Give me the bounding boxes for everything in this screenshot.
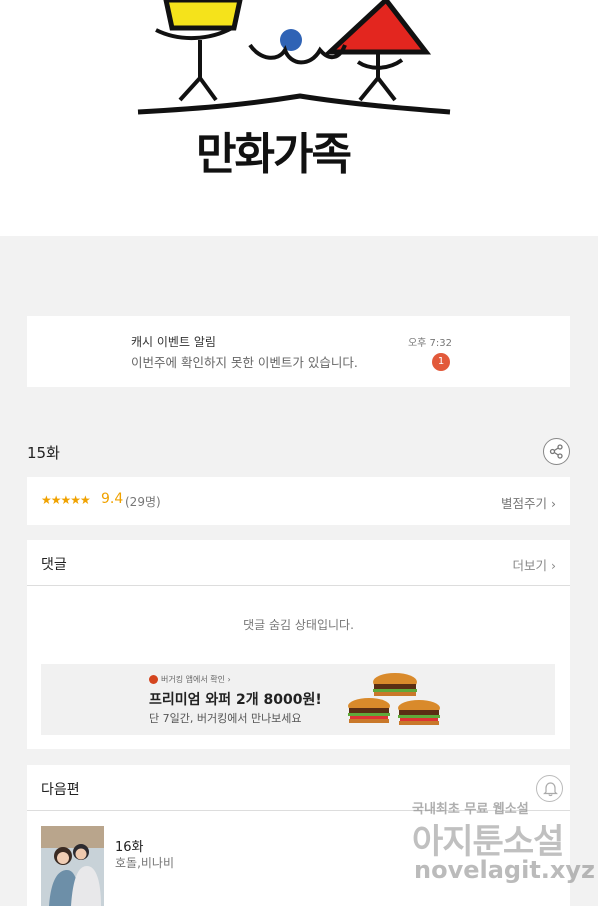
manhwa-family-logo-illustration (137, 0, 451, 115)
burger-king-logo-icon (149, 675, 158, 684)
rating-card: ★★★★★ 9.4 (29명) 별점주기 › (27, 477, 570, 525)
header-banner: 만화가족 (0, 0, 598, 236)
bell-icon (543, 782, 558, 797)
burger-king-ad-banner[interactable]: 버거킹 앱에서 확인 › 프리미엄 와퍼 2개 8000원! 단 7일간, 버거… (41, 664, 555, 735)
next-episode-number[interactable]: 16화 (115, 836, 144, 855)
notification-time: 오후 7:32 (407, 338, 452, 349)
notification-title: 캐시 이벤트 알림 (131, 335, 216, 349)
ad-subtitle: 단 7일간, 버거킹에서 만나보세요 (149, 712, 302, 725)
watermark-url: novelagit.xyz (414, 856, 596, 884)
logo-text: 만화가족 (196, 129, 352, 180)
cash-event-notification[interactable]: 캐시 이벤트 알림 이번주에 확인하지 못한 이벤트가 있습니다. 오후 7:3… (27, 316, 570, 387)
comments-more-link[interactable]: 더보기 › (513, 555, 556, 574)
comments-header: 댓글 더보기 › (27, 540, 570, 586)
site-watermark: 국내최초 무료 웹소설 아지툰소설 novelagit.xyz (412, 798, 595, 888)
rate-button[interactable]: 별점주기 › (501, 493, 556, 512)
notification-message: 이번주에 확인하지 못한 이벤트가 있습니다. (131, 355, 358, 370)
next-episode-author: 호돌,비나비 (115, 856, 175, 870)
ad-brand-text: 버거킹 앱에서 확인 › (161, 675, 231, 684)
comments-hidden-message: 댓글 숨김 상태입니다. (243, 618, 354, 632)
share-button[interactable] (543, 438, 570, 465)
comments-title: 댓글 (41, 557, 67, 573)
burgers-image (348, 673, 440, 725)
next-episode-title: 다음편 (41, 782, 80, 798)
share-icon (549, 444, 563, 459)
next-episode-thumbnail[interactable] (41, 826, 104, 906)
notification-badge: 1 (432, 353, 450, 371)
rating-stars: ★★★★★ (41, 493, 91, 507)
episode-title: 15화 (27, 444, 60, 462)
ad-title: 프리미엄 와퍼 2개 8000원! (149, 692, 322, 708)
ad-brand: 버거킹 앱에서 확인 › (149, 674, 231, 685)
comments-section: 댓글 더보기 › 댓글 숨김 상태입니다. 버거킹 앱에서 확인 › 프리미엄 … (27, 540, 570, 749)
rating-count: (29명) (125, 495, 161, 509)
episode-thumbnail-image (41, 826, 104, 906)
rating-score: 9.4 (101, 491, 124, 507)
